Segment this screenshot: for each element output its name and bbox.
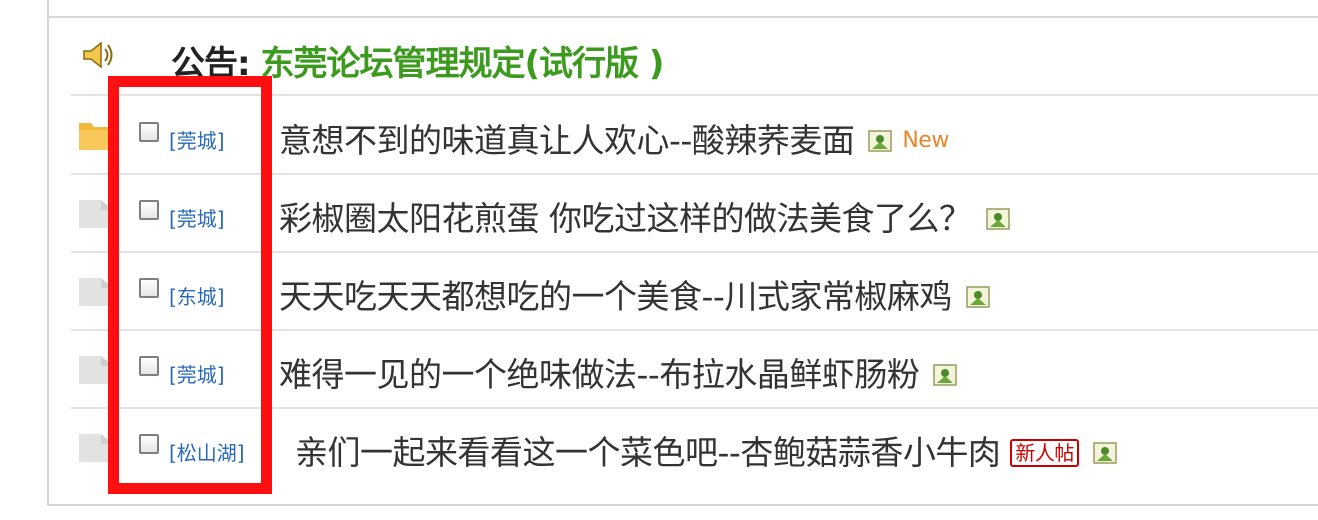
new-member-post-badge: 新人帖	[1010, 438, 1079, 467]
thread-checkbox[interactable]	[139, 356, 159, 376]
folder-icon[interactable]	[79, 196, 113, 228]
new-folder-icon[interactable]	[79, 118, 113, 150]
thread-title-line: 难得一见的一个绝味做法--布拉水晶鲜虾肠粉	[279, 348, 958, 396]
image-attachment-icon	[933, 363, 958, 386]
speaker-icon	[83, 41, 113, 69]
thread-type-link[interactable]: [莞城]	[169, 125, 225, 154]
thread-type-link[interactable]: [莞城]	[169, 359, 225, 388]
thread-title-line: 亲们一起来看看这一个菜色吧--杏鲍菇蒜香小牛肉 新人帖	[295, 426, 1117, 474]
announcement-label: 公告:	[171, 44, 251, 84]
folder-icon[interactable]	[79, 274, 113, 306]
thread-title-line: 彩椒圈太阳花煎蛋 你吃过这样的做法美食了么？	[279, 192, 1010, 240]
thread-type-link[interactable]: [松山湖]	[169, 437, 245, 466]
thread-list-panel: 公告: 东莞论坛管理规定(试行版 ) [莞城] 意想不到的味道真让人欢心--酸辣…	[47, 0, 1318, 506]
thread-title-link[interactable]: 天天吃天天都想吃的一个美食--川式家常椒麻鸡	[279, 277, 952, 316]
thread-row: [莞城] 难得一见的一个绝味做法--布拉水晶鲜虾肠粉	[71, 330, 1318, 409]
image-attachment-icon	[985, 207, 1010, 230]
thread-title-link[interactable]: 亲们一起来看看这一个菜色吧--杏鲍菇蒜香小牛肉	[295, 433, 1001, 472]
image-attachment-icon	[868, 129, 893, 152]
thread-title-line: 意想不到的味道真让人欢心--酸辣荞麦面 New	[279, 114, 949, 162]
thread-type-link[interactable]: [莞城]	[169, 203, 225, 232]
thread-title-link[interactable]: 难得一见的一个绝味做法--布拉水晶鲜虾肠粉	[279, 355, 920, 394]
thread-row: [东城] 天天吃天天都想吃的一个美食--川式家常椒麻鸡	[71, 252, 1318, 331]
thread-title-line: 天天吃天天都想吃的一个美食--川式家常椒麻鸡	[279, 270, 990, 318]
announcement-row: 公告: 东莞论坛管理规定(试行版 )	[71, 18, 1318, 96]
thread-row: [莞城] 彩椒圈太阳花煎蛋 你吃过这样的做法美食了么？	[71, 174, 1318, 253]
thread-row: [莞城] 意想不到的味道真让人欢心--酸辣荞麦面 New	[71, 96, 1318, 175]
thread-type-link[interactable]: [东城]	[169, 281, 225, 310]
thread-checkbox[interactable]	[139, 122, 159, 142]
announcement-link[interactable]: 东莞论坛管理规定(试行版 )	[260, 44, 664, 84]
thread-checkbox[interactable]	[139, 278, 159, 298]
folder-icon[interactable]	[79, 430, 113, 462]
folder-icon[interactable]	[79, 352, 113, 384]
new-tag: New	[902, 128, 949, 153]
image-attachment-icon	[966, 285, 990, 308]
thread-title-link[interactable]: 彩椒圈太阳花煎蛋 你吃过这样的做法美食了么？	[279, 199, 972, 238]
image-attachment-icon	[1093, 441, 1117, 464]
thread-row: [松山湖] 亲们一起来看看这一个菜色吧--杏鲍菇蒜香小牛肉 新人帖	[71, 408, 1318, 494]
thread-checkbox[interactable]	[139, 434, 159, 454]
announcement-text: 公告: 东莞论坛管理规定(试行版 )	[171, 36, 664, 85]
thread-title-link[interactable]: 意想不到的味道真让人欢心--酸辣荞麦面	[279, 121, 855, 160]
thread-checkbox[interactable]	[139, 200, 159, 220]
